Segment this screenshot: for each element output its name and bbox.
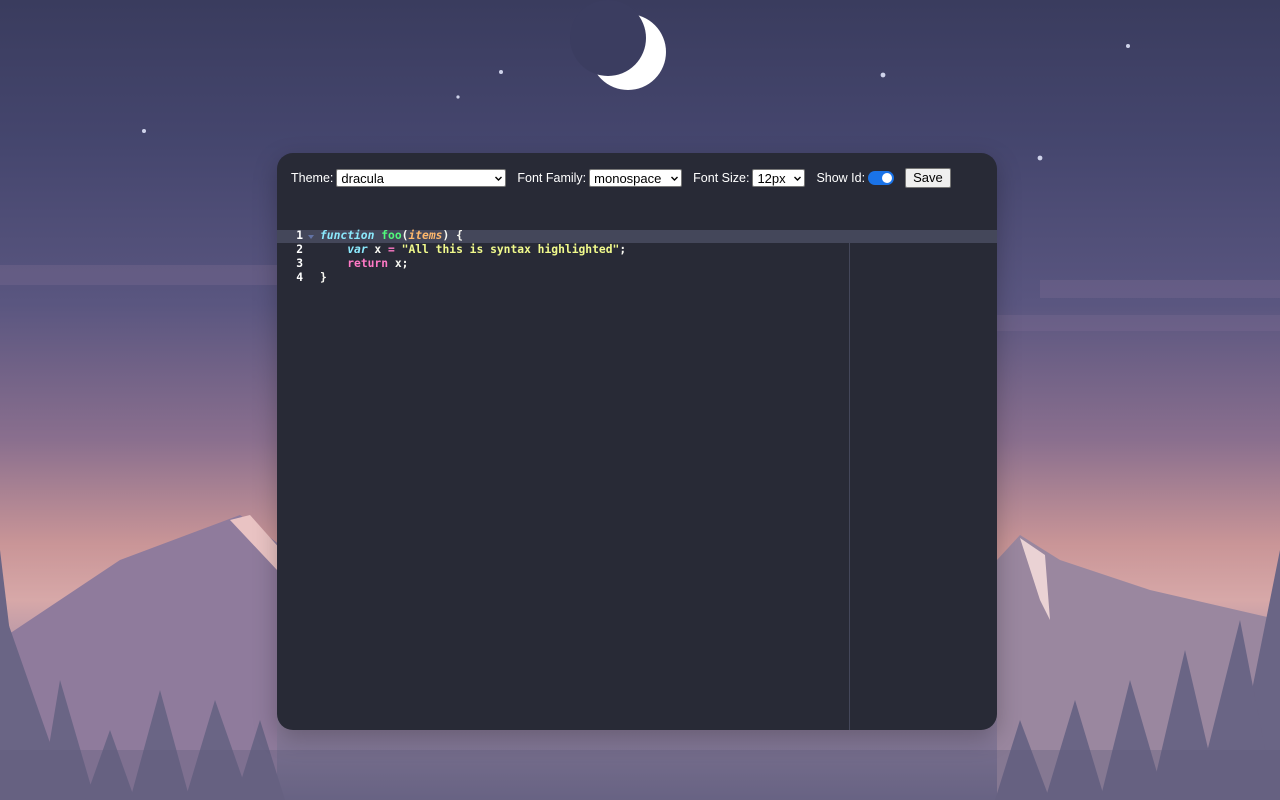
show-id-label: Show Id: xyxy=(816,171,866,185)
moon-icon xyxy=(570,0,666,90)
font-family-select[interactable]: monospace xyxy=(589,169,683,187)
line-number: 1 xyxy=(296,229,303,242)
chevron-down-icon xyxy=(671,176,679,181)
line-number: 4 xyxy=(296,271,303,284)
operator-token: = xyxy=(388,243,395,256)
line-number-gutter: 1 2 3 4 xyxy=(277,229,311,285)
string-token: "All this is syntax highlighted" xyxy=(401,243,620,256)
toggle-knob xyxy=(882,173,893,183)
show-id-control: Show Id: xyxy=(816,171,895,185)
theme-select-value: dracula xyxy=(341,171,385,186)
punctuation-token: ; xyxy=(619,243,627,256)
font-family-control: Font Family: monospace xyxy=(517,169,683,187)
code-line: function foo(items) { xyxy=(320,229,626,243)
code-content[interactable]: function foo(items) { var x = "All this … xyxy=(320,229,626,285)
chevron-down-icon xyxy=(794,176,802,181)
code-editor[interactable]: 1 2 3 4 function foo(items) { var x = "A… xyxy=(277,229,997,730)
font-family-select-value: monospace xyxy=(594,171,662,186)
settings-toolbar: Theme: dracula Font Family: monospace Fo… xyxy=(291,167,951,189)
fold-arrow-icon[interactable] xyxy=(308,235,314,239)
save-button[interactable]: Save xyxy=(905,168,951,188)
chevron-down-icon xyxy=(495,176,503,181)
param-token: items xyxy=(408,229,443,242)
identifier-token: x xyxy=(367,243,389,256)
show-id-toggle[interactable] xyxy=(868,171,895,185)
paren-token: ) { xyxy=(442,229,463,242)
line-number: 3 xyxy=(296,257,303,270)
theme-label: Theme: xyxy=(291,171,334,185)
font-size-select[interactable]: 12px xyxy=(752,169,806,187)
brace-token: } xyxy=(320,271,327,284)
identifier-token: x; xyxy=(388,257,409,270)
line-number: 2 xyxy=(296,243,303,256)
font-family-label: Font Family: xyxy=(517,171,587,185)
keyword-token: function xyxy=(320,229,375,242)
code-line: } xyxy=(320,271,626,285)
font-size-select-value: 12px xyxy=(757,171,786,186)
font-size-label: Font Size: xyxy=(693,171,750,185)
code-line: return x; xyxy=(320,257,626,271)
theme-control: Theme: dracula xyxy=(291,169,507,187)
print-margin xyxy=(849,243,850,730)
theme-select[interactable]: dracula xyxy=(336,169,507,187)
code-line: var x = "All this is syntax highlighted"… xyxy=(320,243,626,257)
editor-panel: Theme: dracula Font Family: monospace Fo… xyxy=(277,153,997,730)
keyword-token: return xyxy=(347,257,389,270)
keyword-token: var xyxy=(347,243,368,256)
font-size-control: Font Size: 12px xyxy=(693,169,806,187)
function-name-token: foo xyxy=(381,229,402,242)
